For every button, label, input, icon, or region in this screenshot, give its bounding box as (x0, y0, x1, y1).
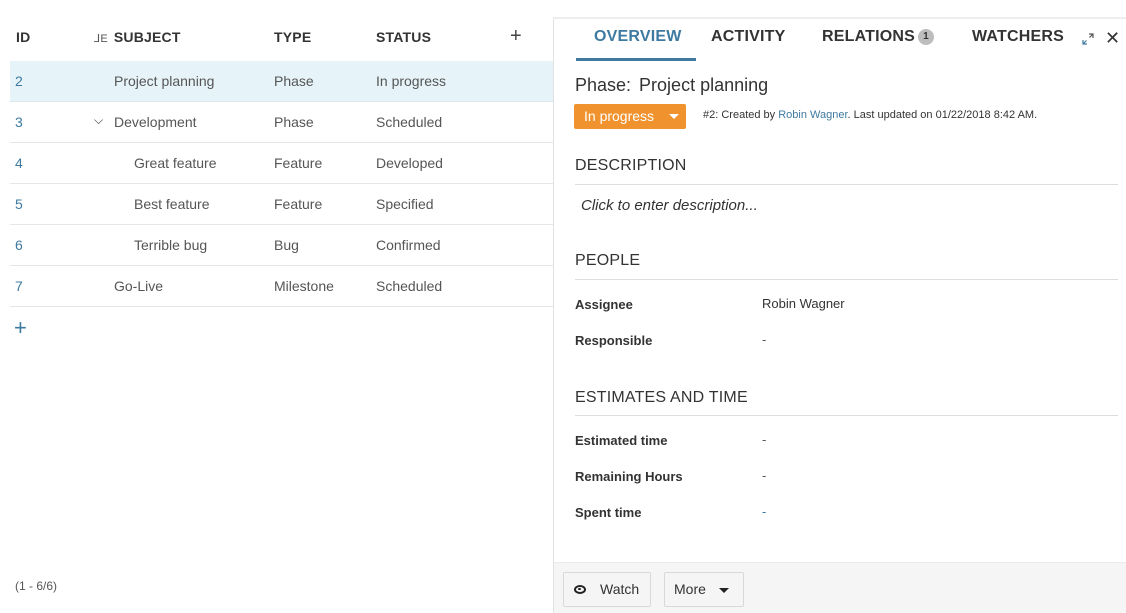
column-header-type[interactable]: TYPE (274, 29, 311, 45)
details-tabs: OVERVIEW ACTIVITY RELATIONS 1 WATCHERS ✕ (554, 19, 1126, 63)
row-status: Specified (376, 196, 434, 212)
row-subject: Great feature (134, 155, 217, 171)
work-packages-view: ID ⅃E SUBJECT TYPE STATUS + 2 Project pl… (0, 0, 1126, 613)
row-status: Developed (376, 155, 443, 171)
work-package-type: Phase: (575, 75, 632, 95)
section-divider (575, 279, 1118, 280)
responsible-value[interactable]: - (762, 332, 766, 347)
row-id-link[interactable]: 3 (15, 114, 23, 130)
column-header-status[interactable]: STATUS (376, 29, 431, 45)
tab-overview[interactable]: OVERVIEW (594, 28, 682, 46)
row-status: Confirmed (376, 237, 441, 253)
row-status: Scheduled (376, 114, 443, 130)
row-subject: Go-Live (114, 278, 164, 294)
close-icon[interactable]: ✕ (1105, 28, 1120, 48)
section-title-estimates: ESTIMATES AND TIME (575, 389, 748, 406)
meta-prefix: #2: Created by (703, 109, 779, 121)
add-work-package-icon[interactable]: + (14, 316, 27, 340)
column-header-id[interactable]: ID (16, 29, 30, 45)
column-header-subject[interactable]: ⅃E SUBJECT (94, 29, 181, 45)
row-id-link[interactable]: 6 (15, 237, 23, 253)
section-divider (575, 415, 1118, 416)
author-link[interactable]: Robin Wagner (778, 109, 847, 121)
row-subject-label: Development (114, 114, 197, 130)
section-title-description: DESCRIPTION (575, 157, 687, 174)
spent-time-value[interactable]: - (762, 504, 766, 519)
section-divider (575, 184, 1118, 185)
remaining-hours-label: Remaining Hours (575, 469, 683, 484)
row-id-link[interactable]: 7 (15, 278, 23, 294)
row-type: Bug (274, 237, 299, 253)
table-row[interactable]: 3 ⌵ Development Phase Scheduled (10, 102, 553, 143)
row-type: Phase (274, 73, 314, 89)
row-status: In progress (376, 73, 447, 89)
hierarchy-icon[interactable]: ⅃E (94, 32, 108, 45)
watch-button[interactable]: Watch (563, 572, 651, 607)
details-footer-toolbar: Watch More (554, 562, 1126, 613)
estimated-time-value[interactable]: - (762, 432, 766, 447)
eye-icon (574, 585, 586, 594)
more-menu-button[interactable]: More (664, 572, 744, 607)
assignee-label: Assignee (575, 297, 633, 312)
column-header-subject-label: SUBJECT (113, 29, 181, 45)
work-package-table: ID ⅃E SUBJECT TYPE STATUS + 2 Project pl… (0, 0, 553, 613)
row-status: Scheduled (376, 278, 443, 294)
section-title-people: PEOPLE (575, 252, 641, 269)
row-type: Feature (274, 155, 323, 171)
add-column-icon[interactable]: + (510, 23, 522, 49)
tab-relations[interactable]: RELATIONS 1 (822, 28, 935, 46)
work-package-subject[interactable]: Project planning (639, 75, 768, 95)
remaining-hours-value[interactable]: - (762, 468, 766, 483)
description-field[interactable]: Click to enter description... (581, 197, 758, 214)
row-subject: Terrible bug (134, 237, 208, 253)
row-subject: ⌵ Development (94, 113, 197, 130)
tab-watchers[interactable]: WATCHERS (972, 28, 1064, 46)
row-subject: Project planning (114, 73, 215, 89)
work-package-title: Phase: Project planning (575, 75, 768, 96)
row-subject: Best feature (134, 196, 210, 212)
spent-time-label: Spent time (575, 505, 642, 520)
status-label: In progress (584, 108, 655, 124)
caret-down-icon (719, 588, 729, 593)
work-package-meta: #2: Created by Robin Wagner. Last update… (703, 109, 1037, 121)
chevron-down-icon[interactable]: ⌵ (94, 113, 103, 128)
meta-suffix: . Last updated on 01/22/2018 8:42 AM. (847, 109, 1038, 121)
relations-count-badge: 1 (918, 29, 935, 45)
row-type: Milestone (274, 278, 334, 294)
table-body: 2 Project planning Phase In progress 3 ⌵… (10, 61, 553, 307)
row-type: Feature (274, 196, 323, 212)
pagination-info: (1 - 6/6) (15, 579, 58, 593)
tab-activity[interactable]: ACTIVITY (711, 28, 786, 46)
caret-down-icon (669, 114, 679, 119)
assignee-value[interactable]: Robin Wagner (762, 296, 845, 311)
watch-button-label: Watch (600, 581, 640, 597)
row-id-link[interactable]: 2 (15, 73, 23, 89)
active-tab-indicator (576, 58, 696, 61)
table-row[interactable]: 7 Go-Live Milestone Scheduled (10, 266, 553, 307)
row-type: Phase (274, 114, 314, 130)
table-header: ID ⅃E SUBJECT TYPE STATUS + (10, 17, 553, 61)
details-pane: OVERVIEW ACTIVITY RELATIONS 1 WATCHERS ✕… (553, 17, 1126, 613)
table-row[interactable]: 4 Great feature Feature Developed (10, 143, 553, 184)
table-row[interactable]: 2 Project planning Phase In progress (10, 61, 553, 102)
more-button-label: More (674, 581, 706, 597)
table-row[interactable]: 5 Best feature Feature Specified (10, 184, 553, 225)
row-id-link[interactable]: 5 (15, 196, 23, 212)
row-id-link[interactable]: 4 (15, 155, 23, 171)
table-row[interactable]: 6 Terrible bug Bug Confirmed (10, 225, 553, 266)
estimated-time-label: Estimated time (575, 433, 668, 448)
status-dropdown[interactable]: In progress (574, 104, 686, 129)
responsible-label: Responsible (575, 333, 653, 348)
tab-relations-label: RELATIONS (822, 28, 916, 45)
fullscreen-icon[interactable] (1081, 32, 1095, 46)
